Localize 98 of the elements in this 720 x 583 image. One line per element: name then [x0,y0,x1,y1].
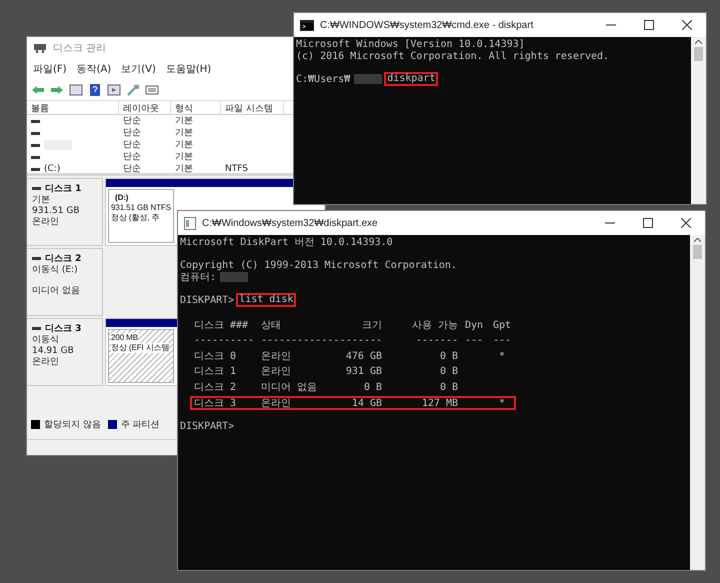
disk-info: 온라인 [32,357,60,368]
table-cell-text: 단순 [122,127,142,139]
table-cell-text: 0 B [438,382,458,393]
table-cell-text: 931 GB [344,366,382,378]
scrollbar-thumb[interactable] [694,47,703,61]
column-rule: ------- [414,335,458,346]
table-cell-text: * [498,398,506,410]
properties-icon[interactable] [145,82,159,96]
connect-icon[interactable] [126,82,140,96]
console-line: DISKPART> [180,420,234,432]
column-header: 디스크 ### [194,320,250,331]
disk-info: 온라인 [32,217,60,228]
table-cell-text: NTFS [224,163,249,173]
table-cell-text: 단순 [122,151,142,163]
table-cell-text: 디스크 2 [194,382,238,393]
disk-status: 미디어 없음 [32,286,81,297]
disk-info: 931.51 GB [32,206,81,217]
table-cell-text: 127 MB [420,398,458,410]
partition-info: 200 MB [111,333,138,343]
application-icon [184,216,196,230]
disk-info: 이동식 [32,335,60,346]
menu-item[interactable]: 파일(F) [33,62,67,76]
maximize-icon [644,20,654,30]
column-rule: --- [492,335,512,346]
column-header[interactable]: 레이아웃 [119,101,171,115]
table-cell-text: 기본 [174,115,194,127]
column-header[interactable]: 볼륨 [27,101,119,115]
console-prompt: C:₩Users₩ [296,74,350,85]
table-cell-text: 0 B [362,382,382,393]
window-title: C:₩WINDOWS₩system32₩cmd.exe - diskpart [320,20,534,30]
panel-icon[interactable] [107,82,121,96]
partition-info: 931.51 GB NTFS [111,203,171,213]
column-rule: ------- [338,335,382,346]
legend-label: 주 파티션 [120,419,160,431]
table-cell-text: 미디어 없음 [261,382,318,393]
console-line: Copyright (C) 1999-2013 Microsoft Corporation. [180,260,457,272]
table-cell-text: 온라인 [261,350,292,362]
disk-info: 이동식 (E:) [32,265,79,276]
scrollbar-thumb[interactable] [693,245,702,259]
close-icon [682,20,692,30]
table-cell-text: 디스크 3 [194,398,238,410]
close-icon [681,218,691,228]
table-cell-text: 0 B [438,350,458,362]
table-cell-text: 기본 [174,151,194,163]
column-header: 크기 [361,320,382,331]
column-header[interactable]: 형식 [171,101,221,115]
column-header[interactable]: 파일 시스템 [221,101,284,115]
console-line: Microsoft DiskPart 버전 10.0.14393.0 [180,237,393,248]
table-cell-text: 기본 [174,139,194,151]
column-header: Dyn [464,320,484,331]
table-cell-text: 온라인 [261,366,292,378]
volume-name: (C:) [44,163,60,173]
table-cell-text: * [498,350,506,362]
table-cell-text: 온라인 [261,398,292,410]
legend-label: 할당되지 않음 [44,419,101,431]
menu-item[interactable]: 도움말(H) [166,62,212,76]
disk-name: 디스크 1 [45,183,82,195]
help-icon[interactable] [88,82,102,96]
partition-label: (D:) [114,193,128,203]
partition-block[interactable]: 200 MB 정상 (EFI 시스템 [108,329,174,383]
table-cell-text: 단순 [122,139,142,151]
partition-info: 정상 (활성, 주 [111,213,160,223]
console-prompt: 컴퓨터: [180,272,216,283]
table-cell-text: 디스크 1 [194,366,238,378]
column-header: 상태 [261,320,282,331]
scrollbar[interactable] [691,37,706,204]
table-cell-text: 기본 [174,127,194,139]
column-header: Gpt [492,320,512,331]
window-title: C:₩Windows₩system32₩diskpart.exe [202,218,379,228]
console-command: list disk [236,293,296,308]
console-icon [300,20,314,30]
column-rule: --- [464,335,484,346]
table-cell-text: 디스크 0 [194,350,238,362]
console-command: diskpart [384,72,438,86]
console-prompt: DISKPART> [180,294,234,306]
table-cell-text: 단순 [122,163,142,173]
menu-item[interactable]: 보기(V) [121,62,156,76]
disk-management-icon [33,42,47,54]
partition-info: 정상 (EFI 시스템 [111,343,170,353]
disk-name: 디스크 2 [45,253,82,265]
console-line: (c) 2016 Microsoft Corporation. All rights reserved. [296,50,610,62]
table-cell-text: 476 GB [344,350,382,362]
column-rule: ------------- [261,335,336,346]
table-cell-text: 14 GB [350,398,382,410]
column-rule: ---------- [194,335,256,346]
console-line: Microsoft Windows [Version 10.0.14393] [296,39,525,50]
disk-info: 14.91 GB [32,346,75,357]
menu-item[interactable]: 동작(A) [76,62,112,76]
partition-block[interactable]: (D:) 931.51 GB NTFS 정상 (활성, 주 [108,189,174,243]
table-cell-text: 0 B [438,366,458,378]
disk-name: 디스크 3 [45,323,82,335]
disk-info: 기본 [32,195,51,206]
scrollbar[interactable] [690,235,705,570]
table-cell-text: 단순 [122,115,142,127]
maximize-icon [643,218,653,228]
table-cell-text: 기본 [174,163,194,173]
panel-icon[interactable] [69,82,83,96]
column-header: 사용 가능 [410,320,458,331]
